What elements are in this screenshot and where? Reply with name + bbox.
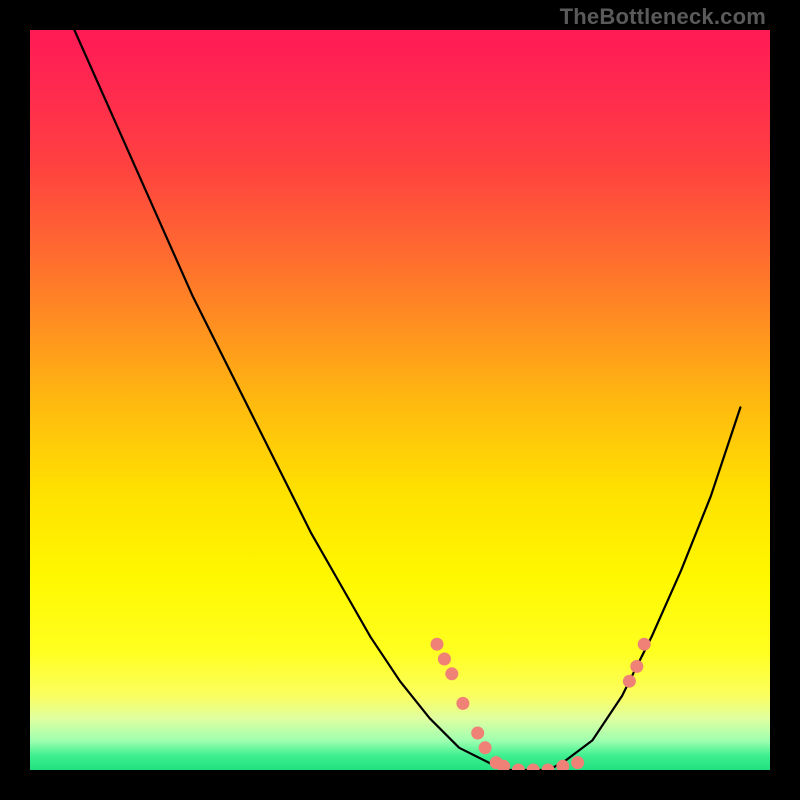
- data-dot: [438, 653, 451, 666]
- chart-frame: TheBottleneck.com: [0, 0, 800, 800]
- data-dot: [456, 697, 469, 710]
- bottleneck-curve: [74, 30, 740, 770]
- data-dot: [630, 660, 643, 673]
- data-dot: [527, 764, 540, 771]
- data-dot: [471, 727, 484, 740]
- data-dot: [512, 764, 525, 771]
- data-dot: [479, 741, 492, 754]
- plot-area: [30, 30, 770, 770]
- data-dot: [623, 675, 636, 688]
- watermark-text: TheBottleneck.com: [560, 4, 766, 30]
- data-dot: [431, 638, 444, 651]
- data-dot: [571, 756, 584, 769]
- data-dot: [542, 764, 555, 771]
- chart-overlay: [30, 30, 770, 770]
- data-dot: [556, 760, 569, 770]
- data-dot: [445, 667, 458, 680]
- data-dot: [638, 638, 651, 651]
